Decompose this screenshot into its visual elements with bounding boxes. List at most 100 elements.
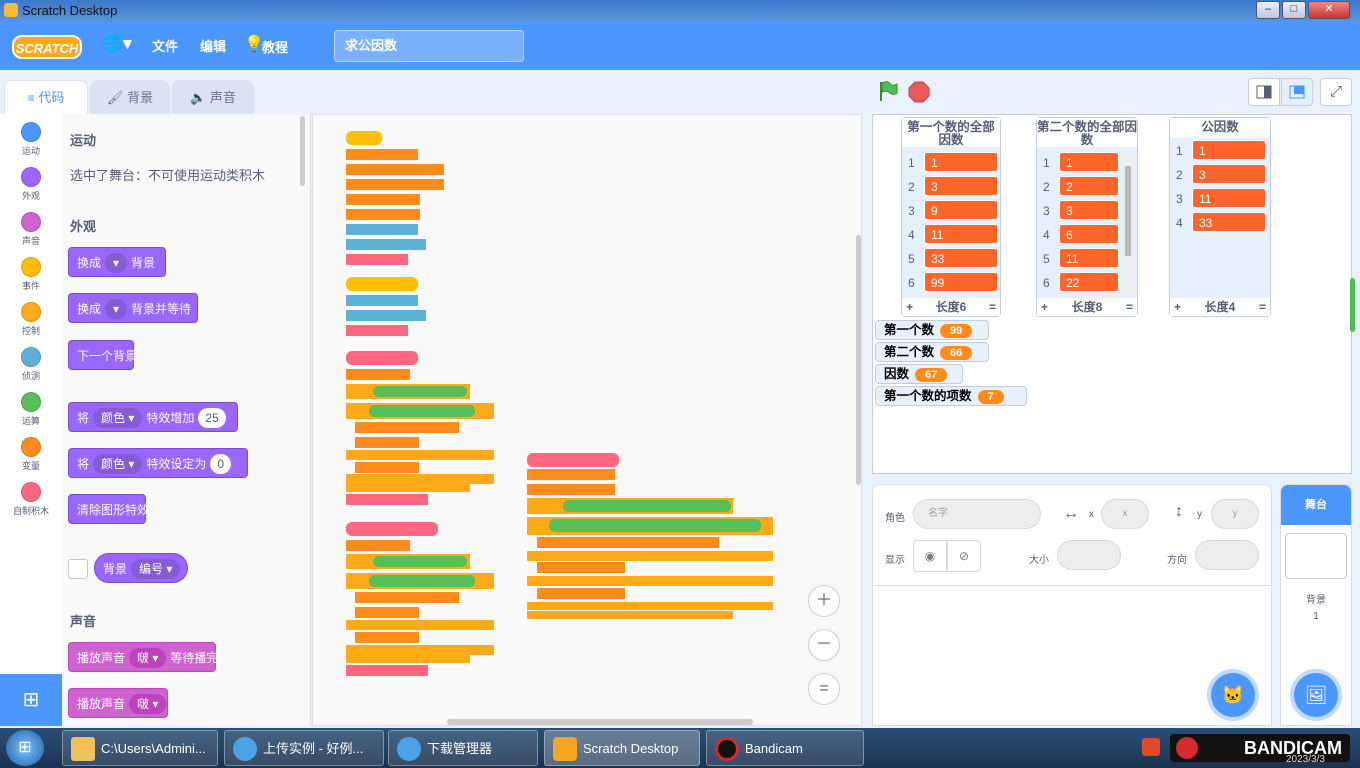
choose-backdrop-button[interactable]: 🖼: [1294, 673, 1338, 717]
scratch-icon: [553, 737, 577, 761]
stage-thumbnail[interactable]: [1285, 533, 1347, 579]
block-next-backdrop[interactable]: 下一个背景: [68, 340, 137, 370]
sound-dropdown[interactable]: 啵 ▾: [129, 694, 167, 714]
stage-selector[interactable]: 舞台 背景 1 🖼: [1280, 484, 1352, 726]
taskbar-item-scratch[interactable]: Scratch Desktop: [544, 730, 700, 766]
list-title: 公因数: [1170, 118, 1270, 138]
normal-stage-button[interactable]: [1281, 78, 1313, 106]
block-set-effect[interactable]: 将颜色 ▾ 特效设定为 0: [68, 448, 248, 478]
category-sound[interactable]: 声音: [0, 212, 62, 247]
list-resize-handle[interactable]: =: [1259, 298, 1266, 316]
list-monitor-first[interactable]: 第一个数的全部因数 11 23 39 4 11 5 33 6 99 + 长度6 =: [901, 117, 1001, 317]
list-scrollbar[interactable]: [1123, 154, 1133, 296]
list-title: 第二个数的全部因数: [1037, 118, 1138, 147]
list-add-button[interactable]: +: [1041, 298, 1048, 316]
variable-monitor[interactable]: 第一个数 99: [875, 320, 989, 340]
cat-icon: 🐱: [1221, 685, 1245, 705]
effect-dropdown[interactable]: 颜色 ▾: [93, 454, 143, 474]
ime-icon[interactable]: [1142, 738, 1160, 756]
list-footer: + 长度4 =: [1170, 298, 1270, 316]
globe-icon[interactable]: 🌐▾: [102, 34, 132, 54]
taskbar-item-bandicam[interactable]: Bandicam: [706, 730, 864, 766]
list-resize-handle[interactable]: =: [989, 298, 996, 316]
category-events[interactable]: 事件: [0, 257, 62, 292]
x-input[interactable]: x: [1101, 499, 1149, 529]
backdrop-number-dropdown[interactable]: 编号 ▾: [131, 559, 181, 579]
category-my-blocks[interactable]: 自制积木: [0, 482, 62, 517]
zoom-reset-button[interactable]: =: [808, 673, 840, 705]
green-flag-icon[interactable]: [878, 80, 898, 102]
maximize-button[interactable]: □: [1282, 1, 1306, 19]
block-switch-backdrop-wait[interactable]: 换成 ▾ 背景并等待: [68, 293, 198, 323]
stage[interactable]: 第一个数的全部因数 11 23 39 4 11 5 33 6 99 + 长度6 = 第二个…: [872, 114, 1352, 474]
start-button[interactable]: ⊞: [6, 730, 44, 766]
sound-dropdown[interactable]: 啵 ▾: [129, 648, 167, 668]
choose-sprite-button[interactable]: 🐱: [1211, 673, 1255, 717]
variable-monitor[interactable]: 因数 67: [875, 364, 963, 384]
script-vscrollbar[interactable]: [856, 235, 861, 485]
scratch-logo[interactable]: SCRATCH: [12, 35, 82, 59]
backdrops-label: 背景: [1306, 595, 1326, 606]
category-looks[interactable]: 外观: [0, 167, 62, 202]
category-dot: [21, 212, 41, 232]
list-add-button[interactable]: +: [906, 298, 913, 316]
hide-sprite-button[interactable]: ⊘: [947, 540, 981, 572]
reporter-checkbox[interactable]: [68, 559, 88, 579]
list-add-button[interactable]: +: [1174, 298, 1181, 316]
taskbar-item-download-manager[interactable]: 下载管理器: [388, 730, 538, 766]
sprite-name-input[interactable]: 名字: [913, 499, 1041, 529]
list-monitor-second[interactable]: 第二个数的全部因数 11 22 33 46 5 11 6 22 + 长度8 =: [1036, 117, 1138, 317]
block-play-sound-until-done[interactable]: 播放声音啵 ▾ 等待播完: [68, 642, 218, 672]
list-resize-handle[interactable]: =: [1126, 298, 1133, 316]
script-hscrollbar[interactable]: [447, 719, 753, 725]
list-monitor-common[interactable]: 公因数 11 23 3 11 4 33 + 长度4 =: [1169, 117, 1271, 317]
category-sensing[interactable]: 侦测: [0, 347, 62, 382]
category-motion[interactable]: 运动: [0, 122, 62, 157]
variable-value: 7: [977, 389, 1004, 404]
add-extension-button[interactable]: ⊞: [0, 674, 62, 726]
block-clear-effects[interactable]: 清除图形特效: [68, 494, 149, 524]
category-operators[interactable]: 运算: [0, 392, 62, 427]
tab-code[interactable]: ≡ 代码: [4, 80, 88, 114]
variable-monitor[interactable]: 第一个数的项数 7: [875, 386, 1027, 406]
small-stage-button[interactable]: [1248, 78, 1280, 106]
list-scroll-thumb[interactable]: [1125, 166, 1131, 256]
divider: [873, 585, 1271, 586]
zoom-in-button[interactable]: ＋: [808, 585, 840, 617]
window-title: Scratch Desktop: [22, 3, 118, 18]
project-title-input[interactable]: 求公因数: [334, 30, 524, 62]
script-area[interactable]: ＋ － =: [312, 114, 862, 726]
menu-edit[interactable]: 编辑: [200, 36, 226, 55]
block-palette: 运动 选中了舞台：不可使用运动类积木 外观 换成 ▾ 背景 换成 ▾ 背景并等待 下一个…: [62, 114, 311, 726]
code-icon: ≡: [27, 91, 35, 105]
category-variables[interactable]: 变量: [0, 437, 62, 472]
effect-dropdown[interactable]: 颜色 ▾: [93, 408, 143, 428]
category-dot: [21, 482, 41, 502]
block-backdrop-number[interactable]: 背景 编号 ▾: [94, 553, 188, 583]
menu-tutorials[interactable]: 教程: [262, 37, 288, 56]
y-input[interactable]: y: [1211, 499, 1259, 529]
close-button[interactable]: ✕: [1308, 1, 1350, 19]
show-sprite-button[interactable]: ◉: [913, 540, 947, 572]
minimize-button[interactable]: –: [1256, 1, 1280, 19]
backdrop-dropdown[interactable]: ▾: [105, 299, 128, 319]
direction-input[interactable]: [1195, 540, 1259, 570]
effect-amount-input[interactable]: 25: [198, 408, 226, 428]
block-change-effect[interactable]: 将颜色 ▾ 特效增加 25: [68, 402, 238, 432]
taskbar-item-explorer[interactable]: C:\Users\Admini...: [62, 730, 218, 766]
variable-monitor[interactable]: 第二个数 66: [875, 342, 989, 362]
effect-value-input[interactable]: 0: [210, 454, 232, 474]
size-input[interactable]: [1057, 540, 1121, 570]
tab-backdrops[interactable]: 🖌 背景: [90, 80, 170, 114]
menu-file[interactable]: 文件: [152, 36, 178, 55]
category-control[interactable]: 控制: [0, 302, 62, 337]
block-switch-backdrop[interactable]: 换成 ▾ 背景: [68, 247, 166, 277]
zoom-out-button[interactable]: －: [808, 629, 840, 661]
block-start-sound[interactable]: 播放声音啵 ▾: [68, 688, 168, 718]
fullscreen-icon[interactable]: ⤢: [1320, 78, 1352, 106]
stop-icon[interactable]: [908, 81, 930, 103]
tab-sounds[interactable]: 🔈 声音: [172, 80, 254, 114]
taskbar-item-browser[interactable]: 上传实例 - 好例...: [224, 730, 384, 766]
backdrop-dropdown[interactable]: ▾: [105, 253, 128, 273]
palette-scrollbar[interactable]: [300, 116, 305, 186]
